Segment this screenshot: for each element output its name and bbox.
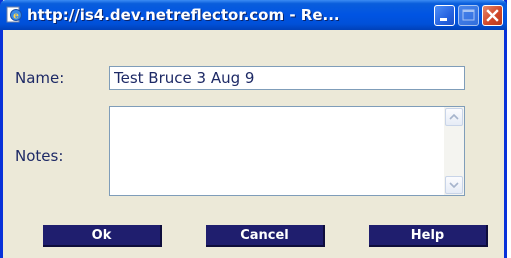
dialog-window: e http://is4.dev.netreflector.com - Re..… bbox=[0, 0, 507, 258]
notes-field bbox=[109, 106, 465, 196]
background-strip bbox=[507, 0, 511, 258]
close-button[interactable] bbox=[482, 5, 503, 26]
name-label: Name: bbox=[15, 69, 65, 87]
help-button[interactable]: Help bbox=[369, 225, 488, 247]
title-bar[interactable]: e http://is4.dev.netreflector.com - Re..… bbox=[0, 0, 507, 30]
chevron-down-icon bbox=[449, 182, 459, 189]
scroll-down-button[interactable] bbox=[445, 176, 463, 194]
minimize-button[interactable] bbox=[434, 5, 455, 26]
maximize-button[interactable] bbox=[458, 5, 479, 26]
close-icon bbox=[486, 9, 499, 22]
ie-page-icon: e bbox=[6, 6, 23, 23]
chevron-up-icon bbox=[449, 113, 459, 120]
svg-text:e: e bbox=[13, 12, 19, 22]
name-input[interactable] bbox=[109, 66, 465, 90]
ok-button[interactable]: Ok bbox=[43, 225, 162, 247]
notes-textarea[interactable] bbox=[110, 107, 444, 195]
scroll-up-button[interactable] bbox=[445, 108, 463, 126]
window-title: http://is4.dev.netreflector.com - Re... bbox=[27, 6, 340, 24]
maximize-icon bbox=[462, 9, 475, 21]
cancel-button[interactable]: Cancel bbox=[206, 225, 325, 247]
notes-scrollbar[interactable] bbox=[444, 107, 464, 195]
notes-label: Notes: bbox=[15, 147, 64, 165]
minimize-icon bbox=[440, 18, 447, 21]
